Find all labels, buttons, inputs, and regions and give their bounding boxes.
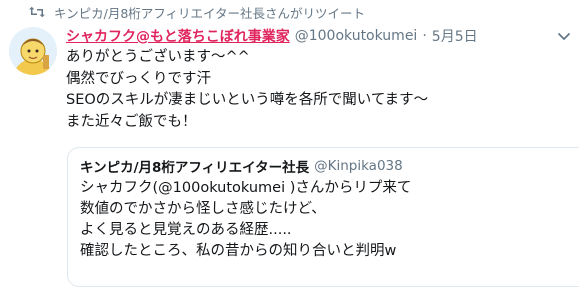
avatar[interactable] [9,27,57,75]
quoted-tweet[interactable]: キンピカ/月8桁アフィリエイター社長 @Kinpika038 シャカフク(@10… [67,147,579,287]
quoted-tweet-header: キンピカ/月8桁アフィリエイター社長 @Kinpika038 [80,156,567,176]
tweet-header: シャカフク@もと落ちこぼれ事業家 @100okutokumei · 5月5日 [66,25,478,47]
tweet-text: ありがとうございます〜^^ 偶然でびっくりです汗 SEOのスキルが凄まじいという… [66,49,429,130]
header-separator: · [422,28,427,44]
chevron-down-icon[interactable] [556,28,572,44]
retweet-label: キンピカ/月8桁アフィリエイター社長さんがリツイート [54,5,366,21]
author-display-name[interactable]: シャカフク@もと落ちこぼれ事業家 [66,26,290,46]
author-handle[interactable]: @100okutokumei [295,28,418,44]
quoted-author-display-name: キンピカ/月8桁アフィリエイター社長 [80,160,310,176]
quoted-author-handle: @Kinpika038 [314,158,403,174]
quoted-tweet-text: シャカフク(@100okutokumei )さんからリプ来て 数値のでかさから怪… [80,180,412,259]
retweet-context[interactable]: キンピカ/月8桁アフィリエイター社長さんがリツイート [28,3,365,21]
retweet-icon [29,6,45,18]
tweet-timestamp[interactable]: 5月5日 [432,26,478,46]
